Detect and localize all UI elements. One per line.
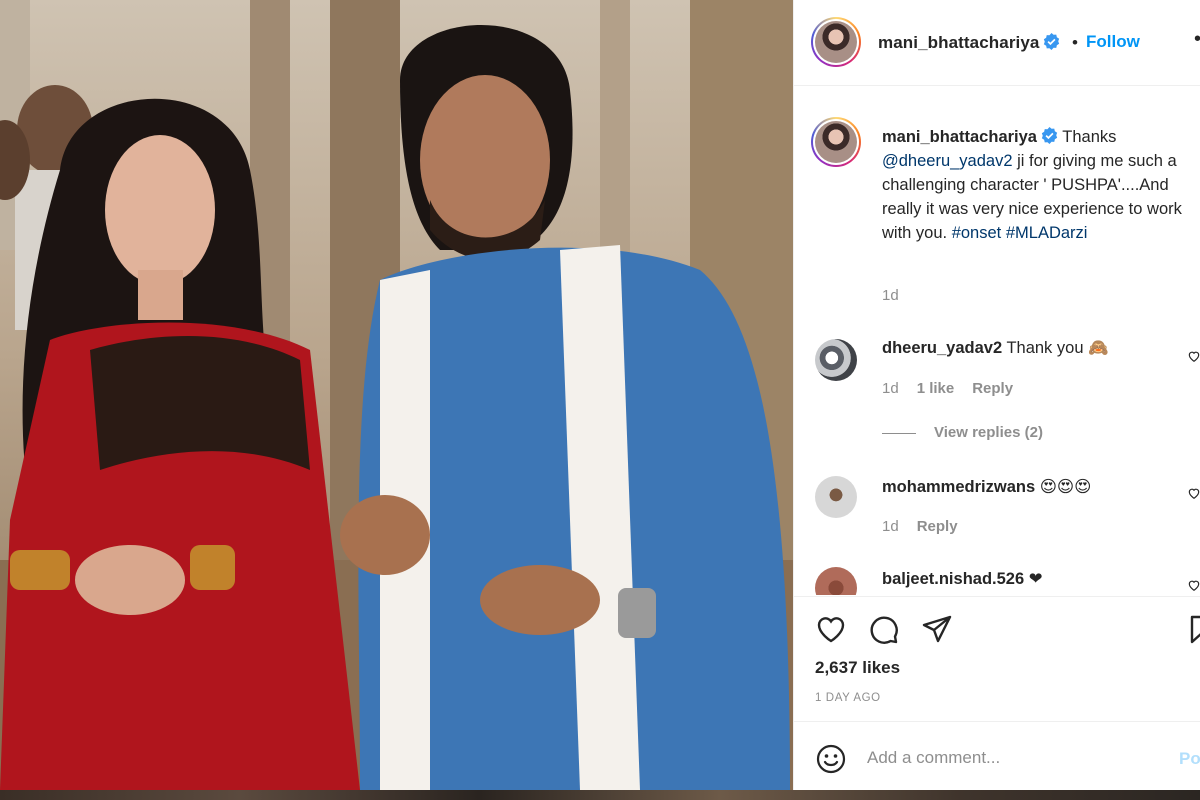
- photo-illustration: [0, 0, 793, 790]
- comment-text: dheeru_yadav2 Thank you 🙈: [882, 339, 1109, 358]
- hashtag-link[interactable]: #MLADarzi: [1006, 224, 1088, 242]
- caption-text-start: Thanks: [1062, 128, 1117, 146]
- follow-button[interactable]: Follow: [1086, 32, 1140, 52]
- hashtag-link[interactable]: #onset: [952, 224, 1002, 242]
- comment-like-icon[interactable]: [1187, 486, 1200, 500]
- post-date[interactable]: 1 DAY AGO: [815, 692, 881, 704]
- caption-username[interactable]: mani_bhattachariya: [882, 128, 1037, 146]
- more-options-icon[interactable]: •••: [1194, 28, 1200, 51]
- post-actions: 2,637 likes 1 DAY AGO: [794, 596, 1200, 721]
- mention-link[interactable]: @dheeru_yadav2: [882, 152, 1013, 170]
- caption: mani_bhattachariya Thanks @dheeru_yadav2…: [882, 125, 1198, 245]
- verified-badge-icon: [1044, 33, 1060, 50]
- comments-list[interactable]: mani_bhattachariya Thanks @dheeru_yadav2…: [794, 87, 1200, 595]
- comment-body: 😍😍😍: [1039, 478, 1092, 496]
- verified-badge-icon: [1041, 127, 1058, 144]
- bottom-strip: [0, 790, 1200, 800]
- likes-count[interactable]: 2,637 likes: [815, 658, 900, 678]
- comment-username[interactable]: baljeet.nishad.526: [882, 570, 1024, 588]
- comment-text: baljeet.nishad.526 ❤: [882, 569, 1043, 589]
- comment-timestamp[interactable]: 1d: [882, 380, 899, 397]
- heart-icon[interactable]: [815, 613, 847, 645]
- post-comment-button[interactable]: Post: [1179, 749, 1200, 769]
- emoji-smiley-icon[interactable]: [815, 743, 847, 775]
- add-comment-bar: Post: [794, 721, 1200, 790]
- comment-avatar[interactable]: [815, 476, 857, 518]
- comment-body: Thank you 🙈: [1006, 339, 1109, 357]
- post-header: mani_bhattachariya • Follow •••: [794, 0, 1200, 86]
- author-username[interactable]: mani_bhattachariya: [878, 33, 1060, 53]
- comment-username[interactable]: mohammedrizwans: [882, 478, 1035, 496]
- bookmark-icon[interactable]: [1186, 613, 1200, 645]
- author-avatar[interactable]: [811, 17, 861, 67]
- comment-input[interactable]: [867, 744, 1167, 772]
- comment-like-icon[interactable]: [1187, 349, 1200, 363]
- caption-avatar[interactable]: [811, 117, 861, 167]
- comment-meta: 1d Reply: [882, 518, 976, 535]
- post-photo[interactable]: [0, 0, 793, 790]
- comment-body: ❤: [1028, 570, 1043, 588]
- comment-timestamp[interactable]: 1d: [882, 518, 899, 535]
- comment-meta: 1d 1 like Reply: [882, 380, 1031, 397]
- comment-username[interactable]: dheeru_yadav2: [882, 339, 1002, 357]
- comment-text: mohammedrizwans 😍😍😍: [882, 477, 1091, 497]
- comment-like-icon[interactable]: [1187, 578, 1200, 592]
- header-separator: •: [1072, 33, 1078, 52]
- comment-bubble-icon[interactable]: [868, 613, 900, 645]
- paper-plane-icon[interactable]: [921, 613, 953, 645]
- comment-avatar[interactable]: [815, 339, 857, 381]
- reply-button[interactable]: Reply: [917, 518, 958, 535]
- comment-avatar[interactable]: [815, 567, 857, 595]
- post-side-panel: mani_bhattachariya • Follow ••• mani_bha…: [793, 0, 1200, 790]
- view-replies-button[interactable]: View replies (2): [882, 424, 1043, 441]
- comment-likes[interactable]: 1 like: [917, 380, 955, 397]
- reply-button[interactable]: Reply: [972, 380, 1013, 397]
- caption-timestamp[interactable]: 1d: [882, 287, 899, 304]
